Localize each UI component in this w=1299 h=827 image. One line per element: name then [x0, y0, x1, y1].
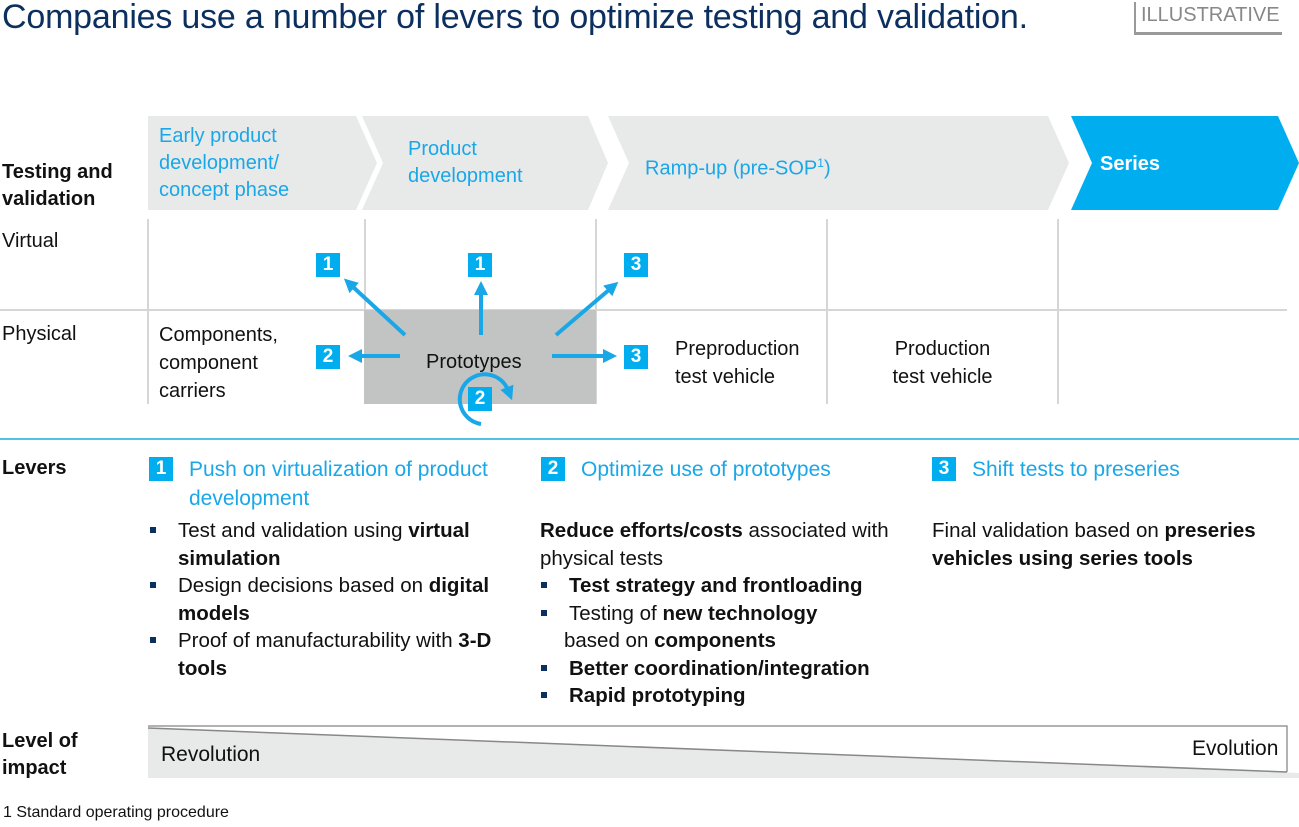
lever-1-title-line-2: development — [189, 487, 310, 510]
row-label-physical: Physical — [2, 323, 77, 345]
bullet-text: Proof of manufacturability with — [178, 629, 459, 652]
lever-1-bullet: Proof of manufacturability with 3-D tool… — [149, 627, 519, 682]
levers-divider — [0, 438, 1299, 440]
row-label-testing: Testing and validation — [2, 159, 113, 213]
lever-3-title: Shift tests to preseries — [972, 458, 1180, 481]
row-label-testing-line-1: Testing and — [2, 161, 113, 183]
grid-hline — [0, 309, 1287, 311]
bullet-bold: Rapid prototyping — [569, 684, 746, 707]
bullet-text: Design decisions based on — [178, 574, 429, 597]
cell-components-line-3: carriers — [159, 380, 226, 402]
lever-1-title: Push on virtualization of product develo… — [189, 455, 488, 513]
intro-text: Final validation based on — [932, 519, 1165, 542]
cell-components-line-1: Components, — [159, 324, 278, 346]
row-label-levers: Levers — [2, 457, 67, 479]
lever-2-title: Optimize use of prototypes — [581, 458, 831, 481]
cell-preproduction: Preproduction test vehicle — [675, 335, 800, 391]
bullet-bold: components — [654, 629, 776, 652]
bullet-text: Testing of — [569, 601, 663, 625]
lever-2-bullet: Rapid prototyping — [540, 682, 915, 710]
phase-rampup-close: ) — [823, 157, 831, 180]
bullet-bold: Test strategy and frontloading — [569, 574, 863, 597]
lever-1-badge: 1 — [149, 457, 173, 481]
lever-3-badge: 3 — [932, 457, 956, 481]
lever-3-body: Final validation based on preseries vehi… — [932, 517, 1299, 572]
row-label-impact-line-1: Level of — [2, 730, 78, 752]
badge-virtual-right: 3 — [624, 253, 648, 277]
phase-rampup-label: Ramp-up (pre-SOP1) — [645, 150, 831, 183]
lever-2-bullet: Test strategy and frontloading — [540, 572, 915, 600]
row-label-impact-line-2: impact — [2, 757, 67, 779]
phase-early-line-1: Early product — [159, 125, 277, 147]
impact-evolution-label: Evolution — [1192, 737, 1279, 760]
phase-product-line-1: Product — [408, 138, 477, 160]
cell-production: Production test vehicle — [828, 335, 1057, 391]
row-label-virtual: Virtual — [2, 230, 59, 252]
phase-rampup-text: Ramp-up (pre-SOP — [645, 157, 818, 180]
lever-1-bullet: Test and validation using virtual simula… — [149, 517, 519, 572]
phase-product-label: Product development — [408, 136, 523, 190]
lever-1-title-line-1: Push on virtualization of product — [189, 458, 488, 481]
phase-early-line-3: concept phase — [159, 179, 290, 201]
cell-components: Components, component carriers — [159, 321, 278, 405]
bullet-bold: Better coordination/integration — [569, 656, 870, 680]
badge-physical-right: 3 — [624, 345, 648, 369]
lever-2-intro: Reduce efforts/costs associated with phy… — [540, 517, 915, 572]
cell-prototypes: Prototypes — [426, 351, 522, 373]
footnote-ref: 1 — [817, 156, 824, 170]
lever-1-body: Test and validation using virtual simula… — [149, 517, 519, 682]
lever-2-bullet: Better coordination/integration — [540, 655, 915, 683]
impact-revolution-label: Revolution — [161, 743, 261, 766]
grid-vline-5 — [1057, 219, 1059, 404]
phase-series-label: Series — [1100, 153, 1161, 175]
cell-production-line-2: test vehicle — [892, 366, 993, 388]
row-label-testing-line-2: validation — [2, 188, 96, 210]
lever-2-bullet: Testing of new technology based on compo… — [540, 600, 915, 655]
intro-bold: Reduce efforts/costs — [540, 519, 743, 542]
lever-2-body: Reduce efforts/costs associated with phy… — [540, 517, 915, 710]
grid-vline-1 — [147, 219, 149, 404]
cell-components-line-2: component — [159, 352, 258, 374]
cell-preproduction-line-1: Preproduction — [675, 338, 800, 360]
cell-production-line-1: Production — [894, 338, 991, 360]
cell-preproduction-line-2: test vehicle — [675, 366, 776, 388]
badge-physical-left: 2 — [316, 345, 340, 369]
lever-2-badge: 2 — [541, 457, 565, 481]
phase-product-line-2: development — [408, 165, 523, 187]
badge-physical-loop: 2 — [468, 387, 492, 411]
phase-early-line-2: development/ — [159, 152, 280, 174]
row-label-impact: Level of impact — [2, 728, 78, 782]
badge-virtual-center: 1 — [468, 253, 492, 277]
phase-early-label: Early product development/ concept phase — [159, 123, 289, 204]
footnote: 1 Standard operating procedure — [3, 804, 229, 821]
lever-1-bullet: Design decisions based on digital models — [149, 572, 519, 627]
bullet-text: based on — [564, 629, 655, 652]
bullet-text: Test and validation using — [178, 519, 409, 542]
badge-virtual-left: 1 — [316, 253, 340, 277]
bullet-bold: new technology — [662, 601, 818, 625]
